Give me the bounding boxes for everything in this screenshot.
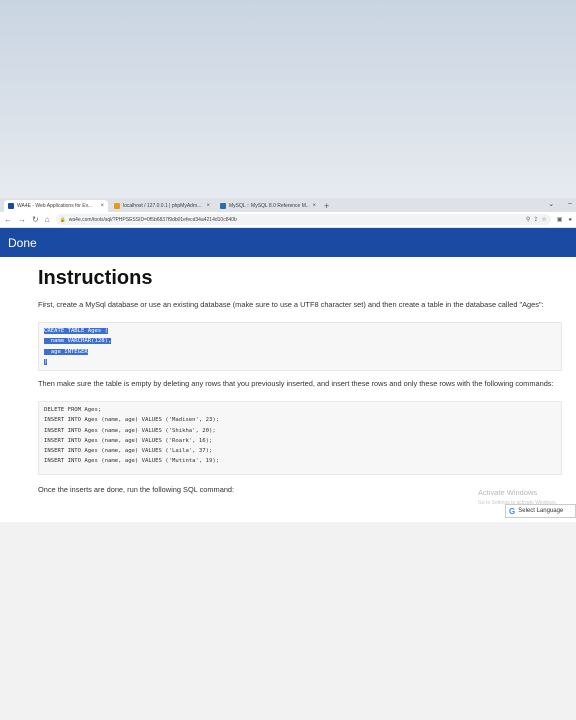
tab-phpmyadmin[interactable]: localhost / 127.0.0.1 | phpMyAdm... × <box>110 200 214 212</box>
code-line: INSERT INTO Ages (name, age) VALUES ('Sh… <box>44 427 216 434</box>
tab-strip: WA4E - Web Applications for Ev... × loca… <box>0 198 576 212</box>
close-tab-icon[interactable]: × <box>206 203 210 209</box>
back-icon[interactable]: ← <box>4 215 12 224</box>
code-line: INSERT INTO Ages (name, age) VALUES ('Ro… <box>44 437 213 444</box>
url-field[interactable]: 🔒 wa4e.com/tools/sql/?PHPSESSID=0f5b6837… <box>55 214 551 225</box>
code-line: name VARCHAR(128), <box>44 338 112 345</box>
profile-icon[interactable]: ● <box>568 217 572 223</box>
create-table-code-block[interactable]: CREATE TABLE Ages ( name VARCHAR(128), a… <box>38 322 562 371</box>
tab-mysql-reference[interactable]: MySQL :: MySQL 8.0 Reference M... × <box>216 200 320 212</box>
app-header: Done <box>0 228 576 257</box>
close-tab-icon[interactable]: × <box>100 203 104 209</box>
share-icon[interactable]: ⇪ <box>533 216 538 223</box>
address-bar: ← → ↻ ⌂ 🔒 wa4e.com/tools/sql/?PHPSESSID=… <box>0 212 576 228</box>
instructions-content: Instructions First, create a MySql datab… <box>0 267 576 497</box>
code-line: DELETE FROM Ages; <box>44 407 102 413</box>
browser-window: WA4E - Web Applications for Ev... × loca… <box>0 198 576 522</box>
video-letterbox-bottom <box>0 522 576 720</box>
activate-windows-watermark: Activate Windows <box>478 488 538 497</box>
new-tab-button[interactable]: + <box>324 200 329 212</box>
google-icon: G <box>509 506 516 516</box>
home-icon[interactable]: ⌂ <box>45 215 50 224</box>
select-language-label: Select Language <box>518 508 564 514</box>
code-line: ) <box>44 358 48 365</box>
bookmark-star-icon[interactable]: ☆ <box>541 216 546 223</box>
tab-search-icon[interactable]: ⌄ <box>548 200 554 208</box>
insert-rows-code-block[interactable]: DELETE FROM Ages; INSERT INTO Ages (name… <box>38 401 562 475</box>
tab-title: MySQL :: MySQL 8.0 Reference M... <box>229 203 310 209</box>
phpmyadmin-favicon-icon <box>114 203 120 209</box>
zoom-icon[interactable]: ⚲ <box>526 216 530 223</box>
code-line: INSERT INTO Ages (name, age) VALUES ('La… <box>44 448 213 455</box>
extensions-icon[interactable]: ▣ <box>557 216 563 223</box>
tab-title: WA4E - Web Applications for Ev... <box>17 203 92 209</box>
video-letterbox-top <box>0 0 576 198</box>
wa4e-favicon-icon <box>8 203 14 209</box>
forward-icon[interactable]: → <box>18 215 26 224</box>
minimize-icon[interactable]: – <box>568 200 572 208</box>
mysql-favicon-icon <box>220 203 226 209</box>
insert-instructions-paragraph: Then make sure the table is empty by del… <box>38 379 554 388</box>
url-text: wa4e.com/tools/sql/?PHPSESSID=0f5b6837f9… <box>68 216 237 223</box>
tab-title: localhost / 127.0.0.1 | phpMyAdm... <box>123 203 202 209</box>
code-line: CREATE TABLE Ages ( <box>44 328 108 334</box>
done-button[interactable]: Done <box>8 236 37 250</box>
code-line: age INTEGER <box>44 348 88 355</box>
page-title: Instructions <box>38 267 153 289</box>
tab-wa4e[interactable]: WA4E - Web Applications for Ev... × <box>4 200 108 212</box>
google-translate-widget[interactable]: G Select Language <box>505 504 576 518</box>
intro-paragraph: First, create a MySql database or use an… <box>38 300 544 309</box>
code-line: INSERT INTO Ages (name, age) VALUES ('Mu… <box>44 458 220 465</box>
lock-icon: 🔒 <box>59 216 66 223</box>
reload-icon[interactable]: ↻ <box>32 215 39 224</box>
close-tab-icon[interactable]: × <box>312 203 316 209</box>
window-controls: ⌄ – <box>548 200 572 208</box>
code-line: INSERT INTO Ages (name, age) VALUES ('Ma… <box>44 417 220 424</box>
